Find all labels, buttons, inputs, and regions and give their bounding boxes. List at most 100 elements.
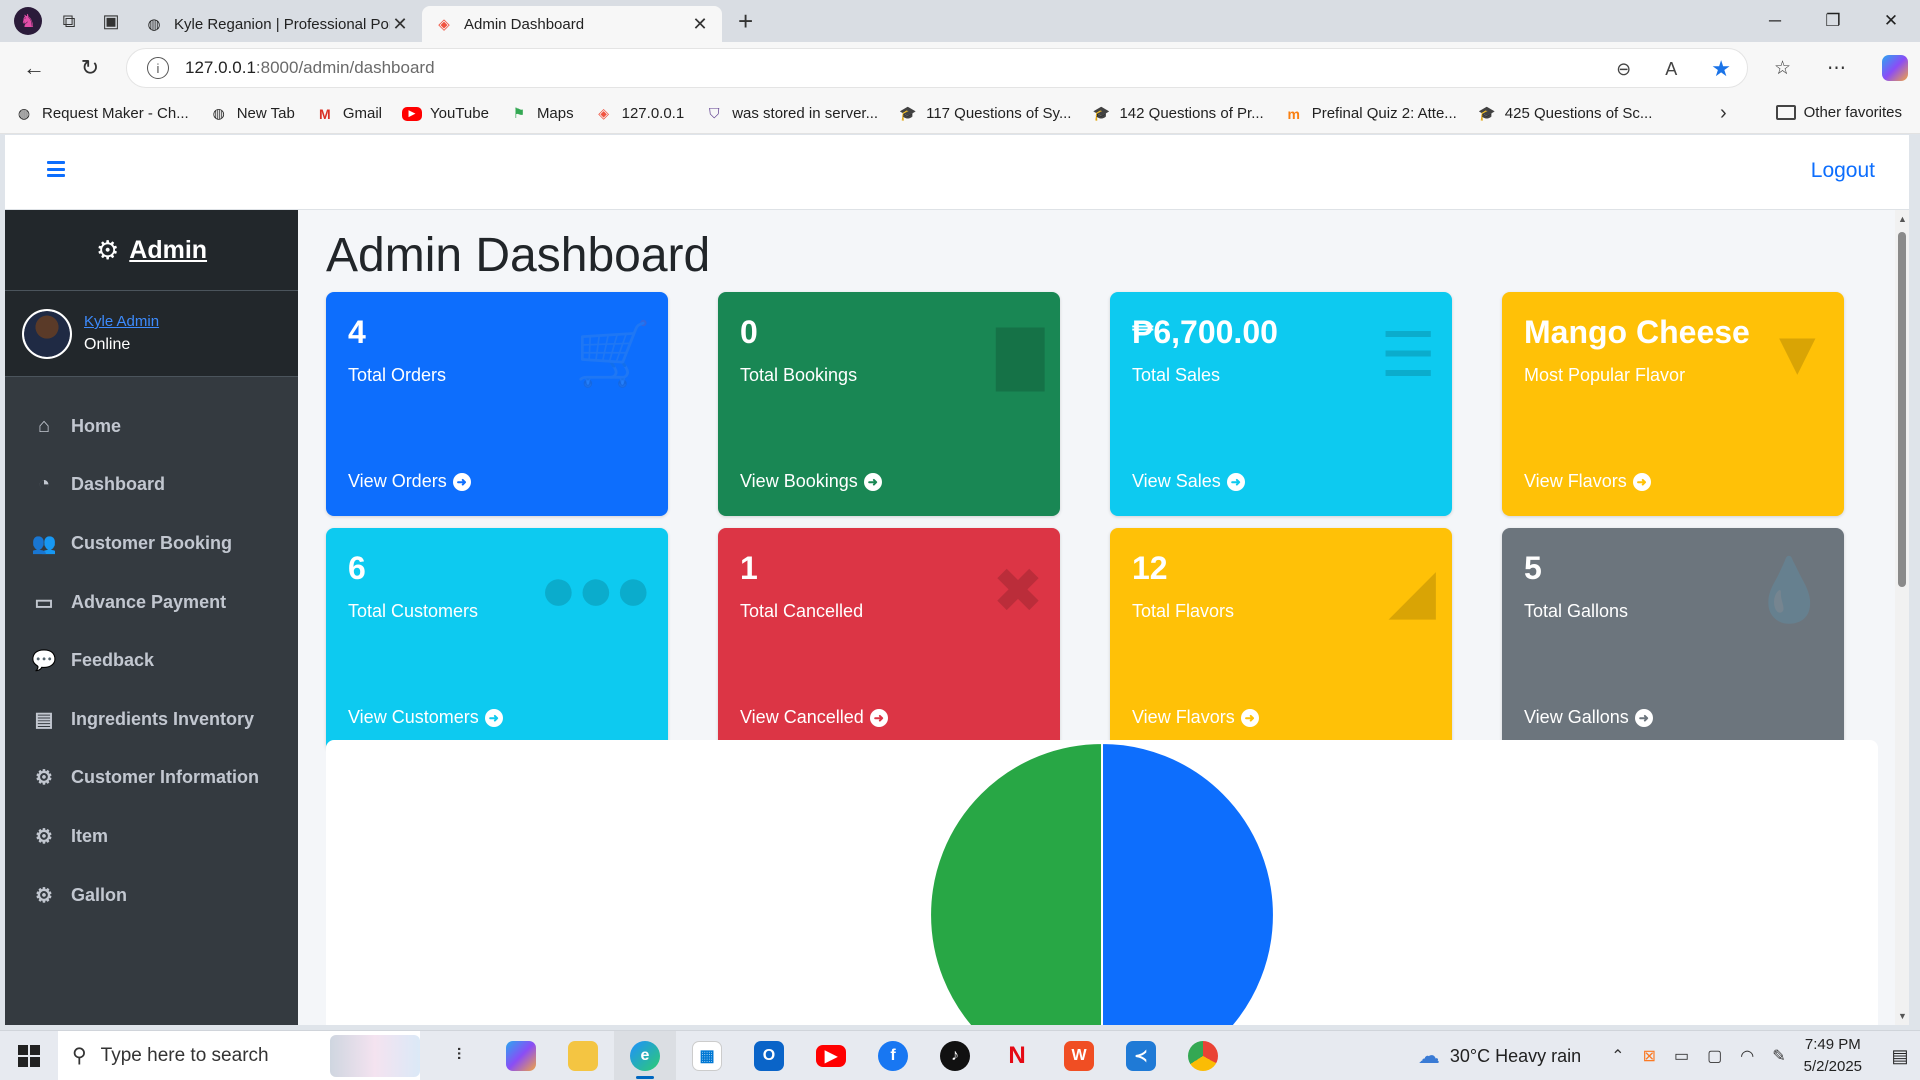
refresh-icon[interactable]: ↻ <box>70 48 110 88</box>
url-host: 127.0.0.1 <box>185 58 256 77</box>
bookmark-item[interactable]: ⚑ Maps <box>509 104 574 124</box>
new-tab-button[interactable]: + <box>738 6 753 37</box>
more-menu-icon[interactable]: ⋯ <box>1827 57 1846 80</box>
view-flavors-link[interactable]: View Flavors ➜ <box>1524 471 1651 492</box>
bookmark-item[interactable]: 🎓 425 Questions of Sc... <box>1477 104 1652 124</box>
outlook-button[interactable]: O <box>738 1031 800 1080</box>
laravel-icon: ◈ <box>438 16 450 33</box>
sidebar-item-item[interactable]: ⚙ Item <box>5 807 298 866</box>
copilot-taskbar-button[interactable] <box>490 1031 552 1080</box>
sidebar-item-advance-payment[interactable]: ▭ Advance Payment <box>5 573 298 632</box>
taskbar-search-box[interactable]: ⚲ Type here to search <box>58 1030 420 1080</box>
site-info-icon[interactable]: i <box>147 57 169 79</box>
view-sales-link[interactable]: View Sales ➜ <box>1132 471 1245 492</box>
card-link-label: View Flavors <box>1524 471 1627 491</box>
bookmark-item[interactable]: ◍ New Tab <box>209 104 295 124</box>
chevron-right-icon[interactable]: › <box>1720 102 1727 125</box>
view-gallons-link[interactable]: View Gallons ➜ <box>1524 707 1653 728</box>
bookmark-item[interactable]: ◈ 127.0.0.1 <box>594 104 684 124</box>
task-view-button[interactable]: ⫶ <box>428 1031 490 1080</box>
sidebar-item-customer-information[interactable]: ⚙ Customer Information <box>5 749 298 808</box>
sidebar-item-feedback[interactable]: 💬 Feedback <box>5 631 298 690</box>
zoom-icon[interactable]: ⊖ <box>1616 59 1631 80</box>
user-name-link[interactable]: Kyle Admin <box>84 313 159 330</box>
sidebar-item-dashboard[interactable]: ◔ Dashboard <box>5 456 298 515</box>
xampp-icon[interactable]: ⊠ <box>1643 1046 1656 1066</box>
battery-icon[interactable]: ▭ <box>1674 1046 1689 1066</box>
bookmark-item[interactable]: ◍ Request Maker - Ch... <box>14 104 189 124</box>
view-orders-link[interactable]: View Orders ➜ <box>348 471 471 492</box>
url-field[interactable]: i 127.0.0.1:8000/admin/dashboard ⊖ A ★ <box>126 48 1748 88</box>
hamburger-menu-icon[interactable] <box>47 161 65 177</box>
card-total-bookings: 0 Total Bookings ▇ View Bookings ➜ <box>718 292 1060 516</box>
close-tab-icon[interactable]: ✕ <box>390 14 410 35</box>
arrow-circle-right-icon: ➜ <box>1226 472 1245 491</box>
close-window-icon[interactable]: ✕ <box>1862 0 1920 42</box>
avatar <box>22 308 72 359</box>
other-favorites[interactable]: Other favorites <box>1775 104 1902 121</box>
bookmark-item[interactable]: ▶ YouTube <box>401 105 489 122</box>
wps-button[interactable]: W <box>1048 1031 1110 1080</box>
pie-slice-1[interactable] <box>929 741 1103 1025</box>
edge-button[interactable]: e <box>614 1030 676 1080</box>
sidebar-item-gallon[interactable]: ⚙ Gallon <box>5 866 298 925</box>
restore-icon[interactable]: ❐ <box>1804 0 1862 42</box>
wifi-icon[interactable]: ◠ <box>1740 1046 1754 1066</box>
bookmark-item[interactable]: M Gmail <box>315 104 382 124</box>
outlook-icon: O <box>754 1040 784 1071</box>
tab-admin-dashboard[interactable]: ◈ Admin Dashboard ✕ <box>422 6 722 42</box>
file-explorer-button[interactable] <box>552 1031 614 1080</box>
favorites-icon[interactable]: ☆ <box>1774 57 1791 80</box>
bookmark-label: Maps <box>536 105 574 122</box>
view-bookings-link[interactable]: View Bookings ➜ <box>740 471 882 492</box>
copilot-icon[interactable] <box>1882 55 1908 81</box>
view-customers-link[interactable]: View Customers ➜ <box>348 707 503 728</box>
bookmark-item[interactable]: 🎓 142 Questions of Pr... <box>1091 104 1264 124</box>
tab-portfolio[interactable]: ◍ Kyle Reganion | Professional Portf ✕ <box>132 6 422 42</box>
close-tab-icon[interactable]: ✕ <box>690 14 710 35</box>
logout-link[interactable]: Logout <box>1811 159 1875 183</box>
tiktok-button[interactable]: ♪ <box>924 1031 986 1080</box>
card-link-label: View Orders <box>348 471 447 491</box>
read-aloud-icon[interactable]: A <box>1665 59 1677 80</box>
facebook-button[interactable]: f <box>862 1031 924 1080</box>
users-cog-icon: ⚙ <box>35 767 53 790</box>
vscode-button[interactable]: ≺ <box>1110 1031 1172 1080</box>
workspaces-icon[interactable]: ⧉ <box>54 6 84 36</box>
bookmark-item[interactable]: m Prefinal Quiz 2: Atte... <box>1284 104 1456 124</box>
view-flavors-link[interactable]: View Flavors ➜ <box>1132 707 1259 728</box>
arrow-circle-right-icon: ➜ <box>484 708 503 727</box>
minimize-icon[interactable]: ─ <box>1746 0 1804 42</box>
store-button[interactable]: ▦ <box>676 1031 738 1080</box>
sidebar-item-home[interactable]: ⌂ Home <box>5 397 298 456</box>
back-icon[interactable]: ← <box>14 48 54 88</box>
windows-start-button[interactable] <box>0 1031 58 1080</box>
scroll-down-icon[interactable]: ▼ <box>1898 1011 1907 1021</box>
shield-icon: ⛉ <box>708 105 720 121</box>
chrome-button[interactable] <box>1172 1031 1234 1080</box>
pen-icon[interactable]: ✎ <box>1772 1046 1785 1066</box>
favorite-star-icon[interactable]: ★ <box>1711 56 1731 82</box>
graduation-cap-icon: 🎓 <box>1478 105 1496 121</box>
bookmark-label: was stored in server... <box>732 105 879 122</box>
times-circle-icon: ✖ <box>992 557 1044 626</box>
chevron-up-icon[interactable]: ⌃ <box>1611 1046 1624 1066</box>
profile-icon[interactable]: ♞ <box>14 7 42 35</box>
taskbar-clock[interactable]: 7:49 PM 5/2/2025 <box>1804 1034 1862 1078</box>
sidebar-item-ingredients-inventory[interactable]: ▤ Ingredients Inventory <box>5 690 298 749</box>
netflix-button[interactable]: N <box>986 1031 1048 1080</box>
bookmark-item[interactable]: 🎓 117 Questions of Sy... <box>898 104 1071 124</box>
notifications-icon[interactable]: ▤ <box>1880 1046 1920 1067</box>
scroll-up-icon[interactable]: ▲ <box>1898 214 1907 224</box>
brand-link[interactable]: ⚙ Admin <box>5 210 298 291</box>
weather-widget[interactable]: ☁ 30°C Heavy rain <box>1418 1043 1581 1069</box>
meet-icon[interactable]: ▢ <box>1707 1046 1722 1066</box>
page-scrollbar[interactable]: ▲ ▼ <box>1895 210 1909 1025</box>
sidebar-item-customer-booking[interactable]: 👥 Customer Booking <box>5 514 298 573</box>
youtube-button[interactable]: ▶ <box>800 1031 862 1080</box>
view-cancelled-link[interactable]: View Cancelled ➜ <box>740 707 888 728</box>
pie-slice-0[interactable] <box>1101 741 1275 1025</box>
scroll-thumb[interactable] <box>1898 232 1906 587</box>
tab-actions-icon[interactable]: ▣ <box>96 6 126 36</box>
bookmark-item[interactable]: ⛉ was stored in server... <box>704 104 878 124</box>
